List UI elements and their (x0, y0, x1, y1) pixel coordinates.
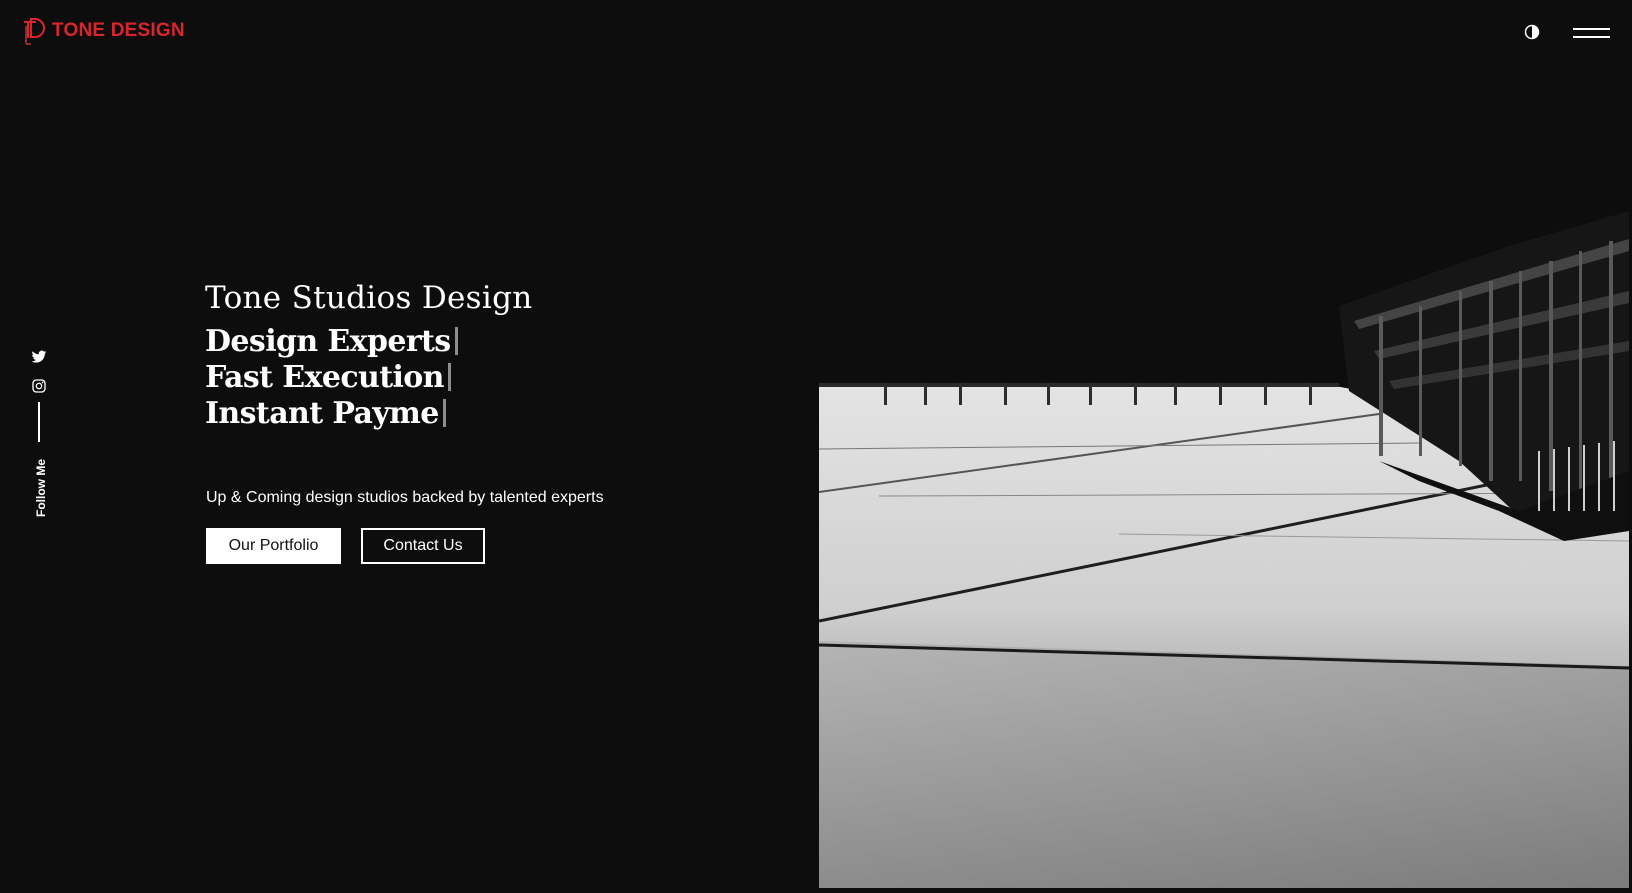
instagram-icon[interactable] (31, 378, 47, 394)
hero-line-3: Instant Payme (205, 396, 532, 432)
menu-bar-top (1573, 28, 1610, 30)
hero-line-1: Design Experts (205, 324, 532, 360)
half-circle-contrast-icon[interactable] (1524, 24, 1540, 40)
hero-line-1-text: Design Experts (205, 324, 451, 359)
td-monogram-icon (24, 18, 45, 45)
typing-caret (447, 363, 451, 391)
hamburger-menu-icon[interactable] (1573, 25, 1610, 41)
hero-typed-lines: Design Experts Fast Execution Instant Pa… (205, 324, 532, 432)
twitter-icon[interactable] (31, 349, 47, 365)
menu-bar-bottom (1573, 36, 1610, 38)
social-divider-line (38, 402, 40, 442)
hero-line-2: Fast Execution (205, 360, 532, 396)
hero-text-block: Tone Studios Design Design Experts Fast … (205, 280, 532, 432)
hero-subtitle: Up & Coming design studios backed by tal… (206, 489, 604, 506)
brand-name: TONE DESIGN (52, 20, 185, 41)
hero-title: Tone Studios Design (205, 280, 533, 316)
typing-caret (442, 399, 446, 427)
typing-caret (454, 327, 458, 355)
follow-me-label: Follow Me (34, 459, 48, 517)
hero-architecture-image (819, 211, 1629, 888)
our-portfolio-button[interactable]: Our Portfolio (206, 528, 341, 564)
landing-page: TONE DESIGN Follow Me Tone Studios Desig… (0, 0, 1632, 893)
brand-logo[interactable]: TONE DESIGN (22, 16, 185, 46)
contact-us-button[interactable]: Contact Us (361, 528, 485, 564)
hero-line-2-text: Fast Execution (205, 360, 444, 395)
hero-line-3-text: Instant Payme (205, 396, 439, 431)
